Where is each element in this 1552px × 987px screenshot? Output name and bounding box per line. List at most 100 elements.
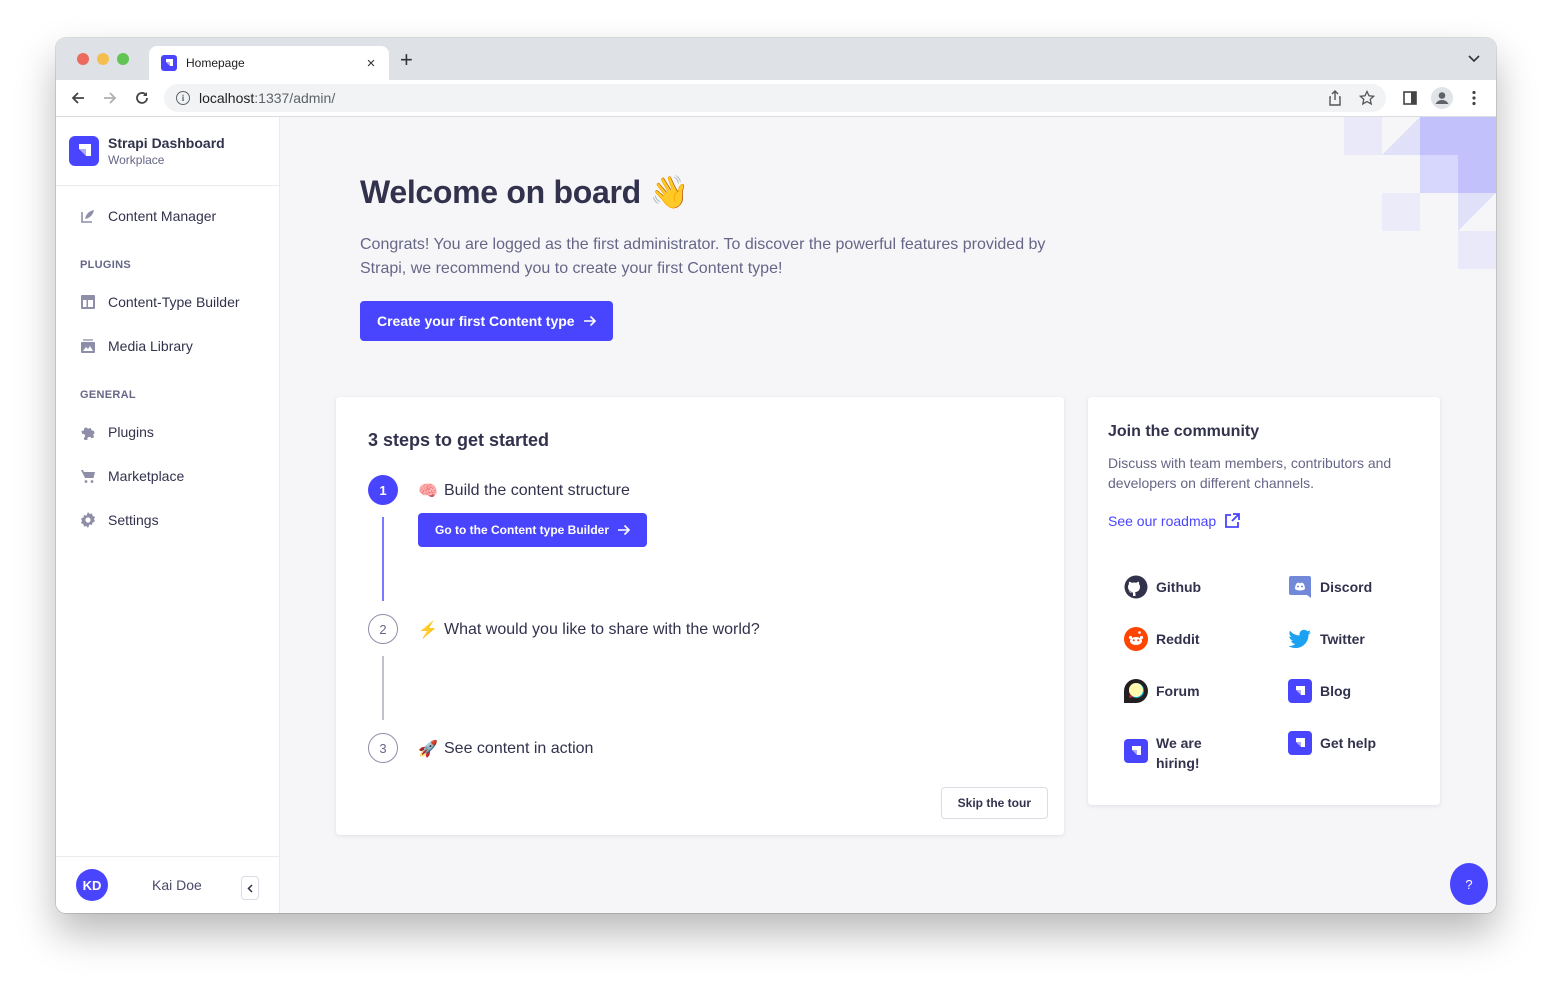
reload-button[interactable] — [130, 86, 154, 110]
step-1-indicator: 1 — [368, 475, 398, 505]
side-panel-icon[interactable] — [1398, 86, 1422, 110]
puzzle-icon — [80, 424, 96, 440]
cart-icon — [80, 468, 96, 484]
sidebar-item-label: Content-Type Builder — [108, 294, 240, 310]
brand-subtitle: Workplace — [108, 153, 165, 167]
github-link[interactable]: Github — [1124, 575, 1274, 599]
sidebar-item-content-manager[interactable]: Content Manager — [56, 198, 279, 234]
feather-icon — [80, 208, 96, 224]
forward-button[interactable] — [98, 86, 122, 110]
get-help-link[interactable]: Get help — [1288, 731, 1438, 755]
close-window-button[interactable] — [77, 53, 89, 65]
arrow-right-icon — [618, 524, 631, 536]
strapi-favicon-icon — [161, 55, 177, 71]
browser-window: Homepage × + i localhost:1337/admin/ Str… — [56, 38, 1496, 913]
sidebar-item-marketplace[interactable]: Marketplace — [56, 458, 279, 494]
reload-icon — [136, 92, 148, 104]
brand-name: Strapi Dashboard — [108, 135, 225, 151]
layout-icon — [80, 294, 96, 310]
strapi-logo-icon — [69, 136, 99, 166]
step-2-indicator: 2 — [368, 614, 398, 644]
gear-icon — [80, 512, 96, 528]
help-button[interactable]: ? — [1450, 863, 1488, 905]
tab-close-icon[interactable]: × — [363, 55, 379, 72]
blog-link[interactable]: Blog — [1288, 679, 1438, 703]
community-card: Join the community Discuss with team mem… — [1088, 397, 1440, 805]
user-name[interactable]: Kai Doe — [152, 877, 202, 893]
step-3-indicator: 3 — [368, 733, 398, 763]
profile-icon[interactable] — [1430, 86, 1454, 110]
twitter-link[interactable]: Twitter — [1288, 627, 1438, 651]
chevron-left-icon — [247, 883, 253, 893]
step-3-label: 🚀 See content in action — [418, 740, 594, 758]
user-profile: KD Kai Doe — [56, 856, 279, 913]
step-connector-1 — [382, 517, 384, 601]
sidebar-item-label: Content Manager — [108, 208, 217, 224]
strapi-icon — [1288, 731, 1312, 755]
sidebar-item-label: Marketplace — [108, 468, 185, 484]
forum-link[interactable]: Forum — [1124, 679, 1274, 703]
brain-icon: 🧠 — [418, 483, 438, 500]
step-connector-2 — [382, 656, 384, 720]
steps-title: 3 steps to get started — [368, 430, 550, 450]
section-label-general: GENERAL — [80, 389, 136, 401]
twitter-icon — [1288, 627, 1312, 651]
sidebar: Strapi Dashboard Workplace Content Manag… — [56, 117, 280, 913]
lightning-icon: ⚡ — [418, 622, 438, 639]
step-2-label: ⚡ What would you like to share with the w… — [418, 621, 760, 639]
community-title: Join the community — [1108, 423, 1260, 440]
arrow-left-icon — [71, 92, 84, 104]
sidebar-item-label: Plugins — [108, 424, 154, 440]
create-content-type-button[interactable]: Create your first Content type — [360, 301, 613, 341]
site-info-icon[interactable]: i — [176, 91, 190, 105]
sidebar-item-settings[interactable]: Settings — [56, 502, 279, 538]
minimize-window-button[interactable] — [97, 53, 109, 65]
back-button[interactable] — [66, 86, 90, 110]
strapi-icon — [1124, 739, 1148, 763]
sidebar-item-label: Settings — [108, 512, 159, 528]
strapi-icon — [1288, 679, 1312, 703]
tab-search-chevron-icon[interactable] — [1468, 52, 1480, 66]
strapi-app: Strapi Dashboard Workplace Content Manag… — [56, 117, 1496, 913]
go-to-content-type-builder-button[interactable]: Go to the Content type Builder — [418, 513, 647, 547]
arrow-right-icon — [583, 315, 596, 327]
arrow-right-icon — [104, 92, 117, 104]
forum-icon — [1124, 679, 1148, 703]
sidebar-item-label: Media Library — [108, 338, 193, 354]
rocket-icon: 🚀 — [418, 741, 438, 758]
decorative-pattern — [1344, 117, 1496, 269]
external-link-icon — [1225, 513, 1241, 528]
browser-menu-icon[interactable] — [1462, 86, 1486, 110]
discord-icon — [1288, 575, 1312, 599]
image-icon — [80, 338, 96, 354]
step-1-label: 🧠 Build the content structure — [418, 482, 630, 500]
bookmark-star-icon[interactable] — [1358, 89, 1376, 107]
skip-tour-button[interactable]: Skip the tour — [940, 787, 1048, 819]
community-description: Discuss with team members, contributors … — [1108, 455, 1392, 491]
sidebar-item-content-type-builder[interactable]: Content-Type Builder — [56, 284, 279, 320]
tab-title: Homepage — [186, 56, 245, 70]
hiring-link[interactable]: We are hiring! — [1124, 731, 1234, 773]
browser-toolbar: i localhost:1337/admin/ — [56, 80, 1496, 117]
new-tab-button[interactable]: + — [400, 49, 413, 71]
waving-hand-icon: 👋 — [649, 174, 690, 210]
share-icon[interactable] — [1326, 89, 1344, 107]
reddit-icon — [1124, 627, 1148, 651]
section-label-plugins: PLUGINS — [80, 259, 131, 271]
tab-strip: Homepage × + — [56, 38, 1496, 80]
url-text: localhost:1337/admin/ — [199, 90, 336, 106]
sidebar-item-plugins[interactable]: Plugins — [56, 414, 279, 450]
welcome-text: Congrats! You are logged as the first ad… — [360, 236, 1046, 277]
avatar[interactable]: KD — [76, 869, 108, 901]
address-bar[interactable]: i localhost:1337/admin/ — [164, 84, 1386, 112]
roadmap-link[interactable]: See our roadmap — [1108, 513, 1241, 529]
browser-tab[interactable]: Homepage × — [149, 46, 389, 80]
discord-link[interactable]: Discord — [1288, 575, 1438, 599]
getting-started-card: 3 steps to get started 1 🧠 Build the cont… — [336, 397, 1064, 835]
brand-header: Strapi Dashboard Workplace — [56, 117, 279, 186]
maximize-window-button[interactable] — [117, 53, 129, 65]
reddit-link[interactable]: Reddit — [1124, 627, 1274, 651]
main-content: Welcome on board 👋 Congrats! You are log… — [280, 117, 1496, 913]
sidebar-item-media-library[interactable]: Media Library — [56, 328, 279, 364]
collapse-sidebar-button[interactable] — [241, 876, 259, 900]
